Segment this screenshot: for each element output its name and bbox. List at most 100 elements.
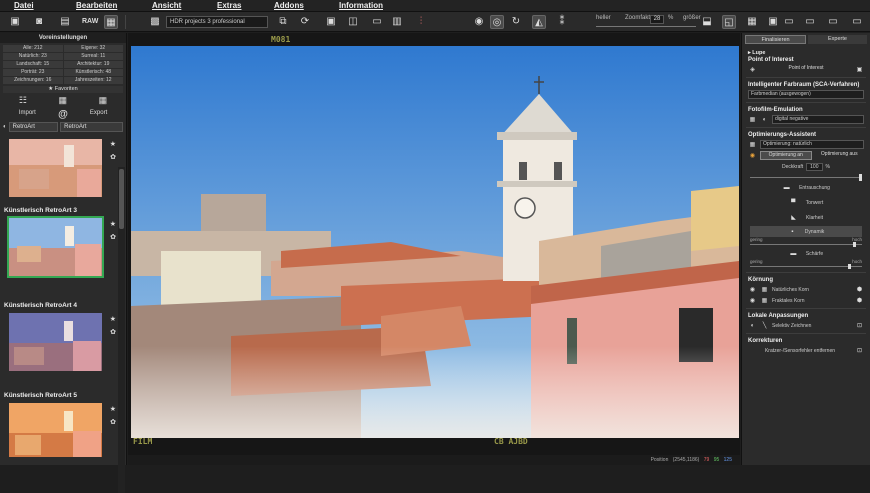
- tool-entrauschung[interactable]: Entrauschung: [799, 185, 830, 191]
- grid-add-icon[interactable]: ▦: [99, 95, 108, 106]
- category-zeichnungen[interactable]: Zeichnungen: 16: [3, 77, 63, 84]
- preset-subgroup-dropdown[interactable]: RetroArt: [60, 121, 123, 132]
- tool-dynamik[interactable]: Dynamik: [805, 229, 824, 235]
- rotate-icon[interactable]: ◱: [722, 15, 736, 29]
- navigator-icon[interactable]: ◎: [490, 15, 504, 29]
- tool-klarheit[interactable]: Klarheit: [806, 215, 823, 221]
- list-add-icon[interactable]: ☷: [19, 95, 27, 106]
- thumb-image[interactable]: [7, 137, 104, 199]
- batch-icon[interactable]: ▦: [104, 15, 118, 29]
- selektiv-button[interactable]: Selektiv Zeichnen: [772, 323, 852, 329]
- menu-extras[interactable]: Extras: [217, 1, 241, 10]
- preset-group-label[interactable]: RetroArt: [8, 121, 59, 132]
- menu-bearbeiten[interactable]: Bearbeiten: [76, 1, 117, 10]
- category-kuenstlerisch[interactable]: Künstlerisch: 48: [63, 69, 123, 76]
- compare-icon[interactable]: ⧉: [276, 15, 290, 29]
- transform-icon[interactable]: ⟳: [298, 15, 312, 29]
- apply-icon[interactable]: ✿: [110, 233, 116, 241]
- dynamik-slider[interactable]: [750, 242, 862, 248]
- thumb-image[interactable]: [7, 311, 104, 373]
- film-grid-icon[interactable]: ▦: [748, 116, 757, 123]
- chat-icon[interactable]: ▭: [803, 15, 817, 29]
- opt-off-button[interactable]: Optimierung aus: [815, 151, 865, 160]
- favorites-button[interactable]: Favoriten: [55, 86, 78, 92]
- print-icon[interactable]: ▭: [370, 15, 384, 29]
- tool-tonwert[interactable]: Tonwert: [806, 200, 824, 206]
- preset-dropdown[interactable]: HDR projects 3 professional: [166, 16, 268, 28]
- sca-dropdown[interactable]: Farbmedian (ausgewogen): [748, 90, 864, 99]
- favorite-star-icon[interactable]: ★: [110, 405, 116, 413]
- help-icon[interactable]: ▭: [850, 15, 864, 29]
- thumb-item-2[interactable]: Künstlerisch RetroArt 4 ★ ✿: [0, 300, 118, 373]
- slider-knob[interactable]: [847, 264, 851, 269]
- opt-grid-icon[interactable]: ▦: [748, 141, 757, 148]
- power-icon[interactable]: ◉: [748, 152, 757, 159]
- fullscreen-icon[interactable]: ▣: [766, 15, 780, 29]
- menu-information[interactable]: Information: [339, 1, 383, 10]
- menu-datei[interactable]: Datei: [14, 1, 34, 10]
- category-portraet[interactable]: Porträt: 23: [3, 69, 63, 76]
- thumb-item-0[interactable]: ★ ✿: [0, 137, 118, 199]
- fractal-grain-button[interactable]: Fraktales Korn: [772, 298, 852, 304]
- deckkraft-slider[interactable]: [750, 172, 862, 182]
- poi-image-icon[interactable]: ▣: [855, 66, 864, 73]
- scrollbar-thumb[interactable]: [119, 169, 124, 229]
- import-button[interactable]: Import: [9, 109, 45, 120]
- power-icon[interactable]: ◉: [748, 286, 757, 293]
- lupe-toggle[interactable]: Lupe: [752, 50, 765, 56]
- presets-icon[interactable]: ▩: [148, 15, 162, 29]
- film-dropdown[interactable]: digital negative: [772, 115, 864, 124]
- thumb-image[interactable]: [7, 401, 104, 459]
- slider-knob[interactable]: [859, 174, 862, 181]
- layers-icon[interactable]: ▥: [390, 15, 404, 29]
- window-icon[interactable]: ▭: [782, 15, 796, 29]
- export-button[interactable]: Export: [81, 109, 117, 120]
- deckkraft-value[interactable]: 100: [806, 162, 823, 171]
- retroart-toggle-icon[interactable]: ◐: [3, 124, 7, 130]
- split-view-icon[interactable]: ◭: [532, 15, 546, 29]
- open-icon[interactable]: ⊡: [855, 347, 864, 354]
- power-icon[interactable]: ◉: [748, 297, 757, 304]
- slider-knob[interactable]: [853, 242, 857, 247]
- category-landschaft[interactable]: Landschaft: 15: [3, 61, 63, 68]
- thumb-item-3[interactable]: Künstlerisch RetroArt 5 ★ ✿: [0, 390, 118, 459]
- crop-icon[interactable]: ⬓: [700, 15, 714, 29]
- thumb-image-selected[interactable]: [7, 216, 104, 278]
- grid-icon[interactable]: ▦: [745, 15, 759, 29]
- menu-ansicht[interactable]: Ansicht: [152, 1, 181, 10]
- apply-icon[interactable]: ✿: [110, 153, 116, 161]
- save-icon[interactable]: ▣: [324, 15, 338, 29]
- tab-finalisieren[interactable]: Finalisieren: [745, 35, 806, 44]
- favorite-star-icon[interactable]: ★: [110, 220, 116, 228]
- opt-on-button[interactable]: Optimierung an: [760, 151, 812, 160]
- favorite-star-icon[interactable]: ★: [110, 315, 116, 323]
- histogram-icon[interactable]: ⫶: [414, 15, 428, 29]
- menu-addons[interactable]: Addons: [274, 1, 304, 10]
- zoom-slider[interactable]: [596, 26, 696, 27]
- presets-scrollbar[interactable]: [118, 167, 125, 493]
- natural-grain-button[interactable]: Natürliches Korn: [772, 287, 852, 293]
- export-icon[interactable]: ◫: [346, 15, 360, 29]
- schaerfe-slider[interactable]: [750, 264, 862, 270]
- eye-icon[interactable]: ◉: [472, 15, 486, 29]
- zoom-value[interactable]: 28: [650, 15, 664, 24]
- raw-button[interactable]: RAW: [82, 15, 98, 29]
- category-eigene[interactable]: Eigene: 32: [63, 45, 123, 52]
- apply-icon[interactable]: ✿: [110, 418, 116, 426]
- settings-icon[interactable]: ⬢: [855, 286, 864, 293]
- settings-icon[interactable]: ⬢: [855, 297, 864, 304]
- film-toggle-icon[interactable]: ◐: [760, 117, 769, 123]
- new-file-icon[interactable]: ▣: [8, 15, 22, 29]
- tab-experte[interactable]: Experte: [808, 35, 867, 44]
- email-button[interactable]: @: [58, 109, 68, 120]
- redo-icon[interactable]: ↻: [509, 15, 523, 29]
- category-surreal[interactable]: Surreal: 11: [63, 53, 123, 60]
- kratzer-button[interactable]: Kratzer-/Sensorfehler entfernen: [748, 348, 852, 354]
- zoom-steps-icon[interactable]: ⁑: [555, 15, 569, 29]
- tool-schaerfe[interactable]: Schärfe: [806, 251, 823, 257]
- open-images-icon[interactable]: ▤: [58, 15, 72, 29]
- open-icon[interactable]: ⊡: [855, 322, 864, 329]
- camera-icon[interactable]: ◙: [32, 15, 46, 29]
- main-photo[interactable]: [131, 46, 739, 438]
- category-natuerlich[interactable]: Natürlich: 23: [3, 53, 63, 60]
